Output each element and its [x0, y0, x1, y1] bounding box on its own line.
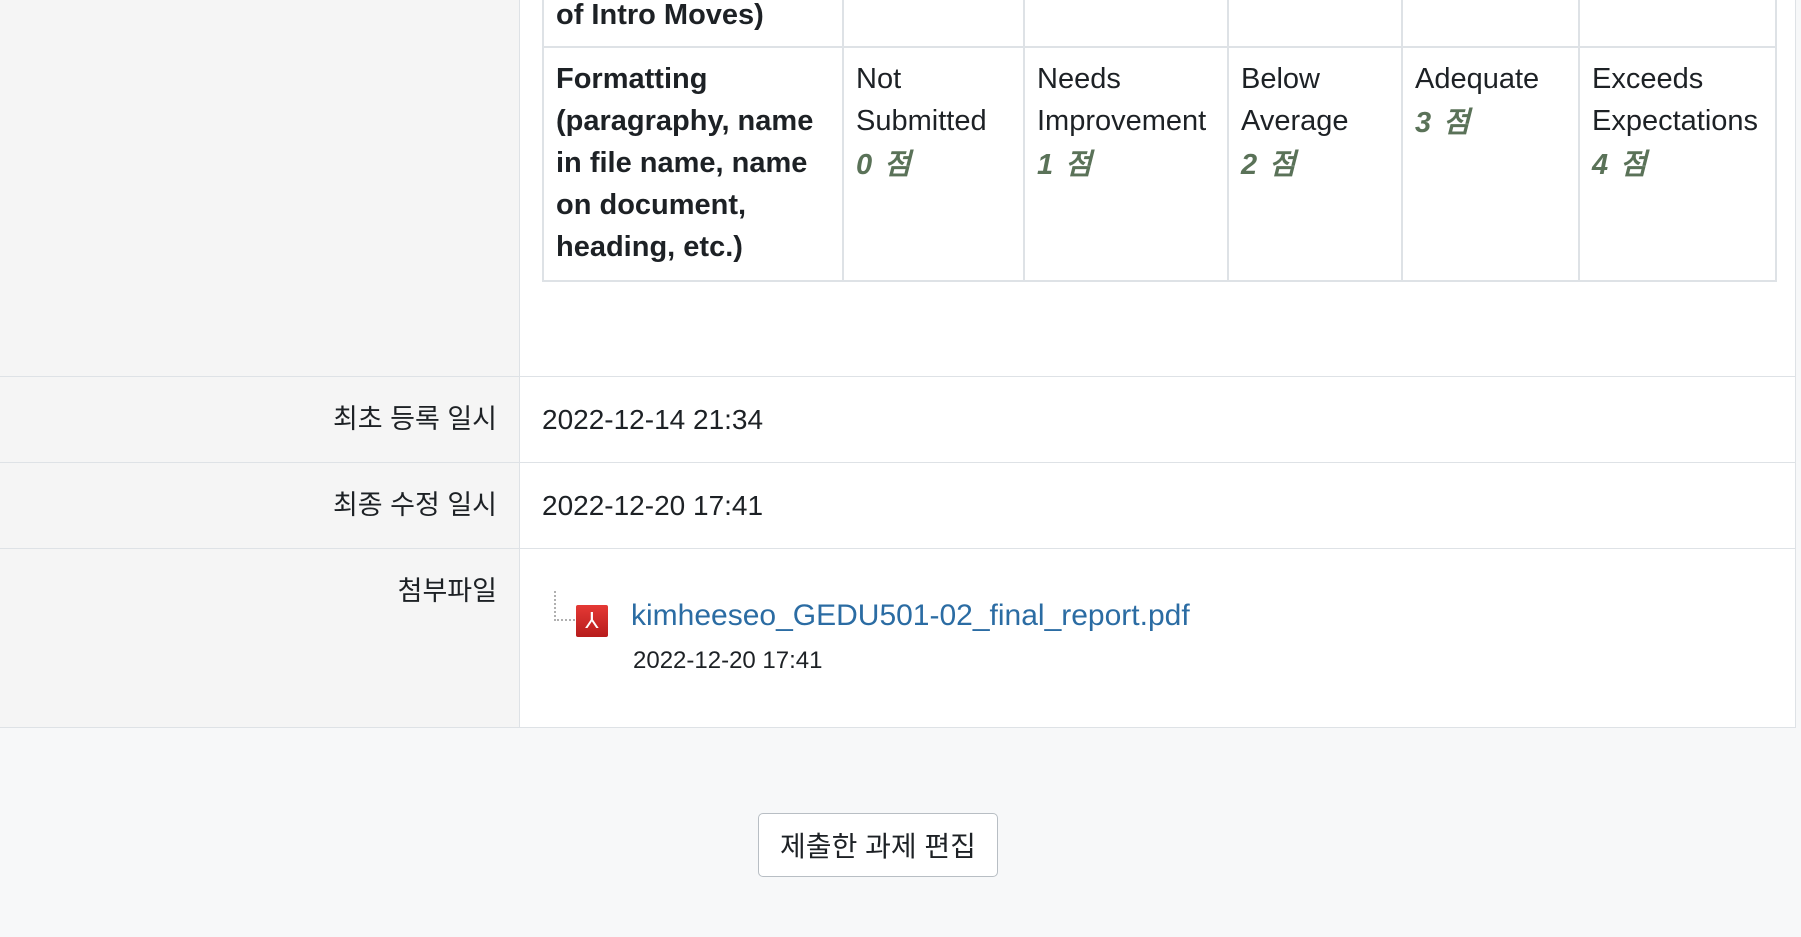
rubric-prev-cell: [1227, 0, 1403, 48]
rubric-level-points: 1 점: [1037, 149, 1094, 181]
rubric-table: of Intro Moves) Formatting (paragraphy, …: [542, 0, 1777, 282]
attachment-link[interactable]: kimheeseo_GEDU501-02_final_report.pdf: [631, 599, 1190, 633]
rubric-level: Not Submitted 0 점: [842, 46, 1025, 282]
attachments-label: 첨부파일: [0, 549, 520, 727]
modified-value: 2022-12-20 17:41: [542, 490, 764, 521]
submission-summary-table: of Intro Moves) Formatting (paragraphy, …: [0, 0, 1796, 728]
attachment-item: ⅄ kimheeseo_GEDU501-02_final_report.pdf …: [554, 591, 1795, 699]
rubric-level-label: Below Average: [1241, 63, 1349, 137]
attachments-value: ⅄ kimheeseo_GEDU501-02_final_report.pdf …: [520, 549, 1795, 727]
rubric-value-cell: of Intro Moves) Formatting (paragraphy, …: [520, 0, 1795, 376]
rubric-prev-criterion: of Intro Moves): [542, 0, 844, 48]
tree-connector: [554, 591, 578, 621]
rubric-level: Adequate 3 점: [1401, 46, 1580, 282]
attachments-row: 첨부파일 ⅄ kimheeseo_GEDU501-02_final_report…: [0, 549, 1795, 728]
rubric-level: Below Average 2 점: [1227, 46, 1403, 282]
rubric-criterion-row: Formatting (paragraphy, name in file nam…: [542, 46, 1777, 282]
created-row: 최초 등록 일시 2022-12-14 21:34: [0, 377, 1795, 463]
rubric-prev-row: of Intro Moves): [542, 0, 1777, 48]
rubric-level-points: 3 점: [1415, 107, 1472, 139]
rubric-prev-cell: [842, 0, 1025, 48]
rubric-criterion: Formatting (paragraphy, name in file nam…: [542, 46, 844, 282]
rubric-level: Exceeds Expectations 4 점: [1578, 46, 1777, 282]
created-value: 2022-12-14 21:34: [542, 404, 764, 435]
rubric-level: Needs Improvement 1 점: [1023, 46, 1229, 282]
pdf-icon: ⅄: [576, 605, 608, 637]
rubric-prev-cell: [1023, 0, 1229, 48]
rubric-row: of Intro Moves) Formatting (paragraphy, …: [0, 0, 1795, 377]
rubric-level-label: Adequate: [1415, 63, 1540, 95]
rubric-level-label: Exceeds Expectations: [1592, 63, 1759, 137]
created-label: 최초 등록 일시: [0, 377, 520, 462]
rubric-prev-cell: [1578, 0, 1777, 48]
modified-label: 최종 수정 일시: [0, 463, 520, 548]
rubric-level-label: Not Submitted: [856, 63, 987, 137]
modified-row: 최종 수정 일시 2022-12-20 17:41: [0, 463, 1795, 549]
rubric-level-points: 4 점: [1592, 149, 1649, 181]
rubric-level-points: 0 점: [856, 149, 913, 181]
edit-submission-button[interactable]: 제출한 과제 편집: [758, 813, 998, 877]
rubric-level-points: 2 점: [1241, 149, 1298, 181]
rubric-level-label: Needs Improvement: [1037, 63, 1207, 137]
rubric-prev-cell: [1401, 0, 1580, 48]
rubric-label-cell: [0, 0, 520, 376]
attachment-date: 2022-12-20 17:41: [633, 647, 823, 674]
